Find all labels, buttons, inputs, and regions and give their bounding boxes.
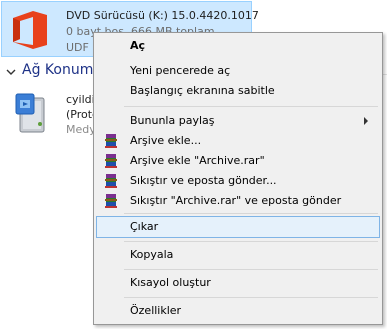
chevron-down-icon[interactable] [5, 66, 17, 78]
menu-label-open: Aç [130, 39, 146, 52]
office-logo-icon [13, 11, 47, 49]
context-menu: Aç Yeni pencerede aç Başlangıç ekranına … [93, 32, 383, 325]
menu-label-compress-email: Sıkıştır ve eposta gönder... [130, 174, 277, 187]
menu-item-properties[interactable]: Özellikler [96, 300, 380, 322]
winrar-icon [105, 134, 117, 148]
drive-name: DVD Sürücüsü (K:) 15.0.4420.1017 [66, 9, 259, 22]
menu-separator [124, 269, 378, 270]
menu-label-add-to-archive: Arşive ekle... [130, 134, 202, 147]
menu-separator [124, 297, 378, 298]
network-item-name[interactable]: cyildi [66, 93, 95, 106]
network-item-type: Medy [66, 123, 96, 136]
media-server-icon [15, 93, 45, 133]
menu-separator [124, 213, 378, 214]
menu-label-add-to-archive-rar: Arşive ekle "Archive.rar" [130, 154, 265, 167]
submenu-arrow-icon [364, 117, 368, 125]
menu-item-share-with[interactable]: Bununla paylaş [96, 110, 380, 132]
menu-item-eject[interactable]: Çıkar [96, 216, 380, 238]
drive-filesystem: UDF [66, 41, 89, 54]
menu-separator [124, 241, 378, 242]
menu-label-copy: Kopyala [130, 248, 174, 261]
menu-label-open-new-window: Yeni pencerede aç [130, 64, 231, 77]
menu-item-add-to-archive[interactable]: Arşive ekle... [96, 130, 380, 152]
menu-item-create-shortcut[interactable]: Kısayol oluştur [96, 272, 380, 294]
menu-item-open[interactable]: Aç [96, 35, 380, 57]
menu-item-open-new-window[interactable]: Yeni pencerede aç [96, 60, 380, 82]
menu-label-create-shortcut: Kısayol oluştur [130, 276, 211, 289]
menu-label-eject: Çıkar [130, 220, 159, 233]
menu-separator [124, 106, 378, 107]
winrar-icon [105, 154, 117, 168]
section-title-network-location: Ağ Konumu [22, 62, 103, 78]
menu-label-properties: Özellikler [130, 304, 182, 317]
menu-label-share-with: Bununla paylaş [130, 114, 215, 127]
winrar-icon [105, 194, 117, 208]
winrar-icon [105, 174, 117, 188]
menu-item-compress-rar-email[interactable]: Sıkıştır "Archive.rar" ve eposta gönder [96, 190, 380, 212]
menu-label-compress-rar-email: Sıkıştır "Archive.rar" ve eposta gönder [130, 194, 342, 207]
menu-item-copy[interactable]: Kopyala [96, 244, 380, 266]
menu-item-pin-start[interactable]: Başlangıç ekranına sabitle [96, 80, 380, 102]
menu-item-add-to-archive-rar[interactable]: Arşive ekle "Archive.rar" [96, 150, 380, 172]
menu-label-pin-start: Başlangıç ekranına sabitle [130, 84, 275, 97]
menu-item-compress-email[interactable]: Sıkıştır ve eposta gönder... [96, 170, 380, 192]
